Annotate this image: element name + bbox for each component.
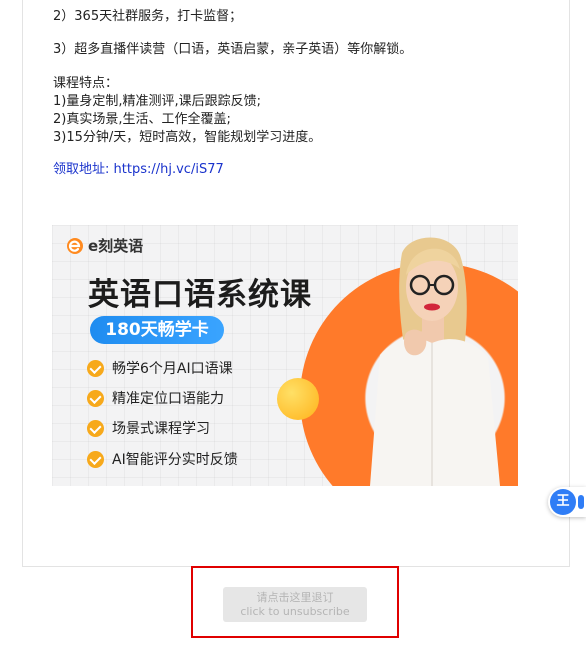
check-icon — [87, 389, 104, 407]
brand-logo: e刻英语 — [66, 235, 143, 256]
unsubscribe-button[interactable]: 请点击这里退订 click to unsubscribe — [223, 587, 367, 622]
banner-title: 英语口语系统课 — [88, 277, 312, 313]
badge-tail — [578, 495, 584, 509]
claim-link[interactable]: https://hj.vc/iS77 — [114, 162, 224, 177]
course-banner[interactable]: e刻英语 英语口语系统课 180天畅学卡 畅学6个月AI口语课 精准定位口语能力… — [52, 225, 518, 486]
claim-link-label: 领取地址: — [53, 162, 110, 177]
brand-name: e刻英语 — [88, 237, 144, 255]
body-line-features-heading: 课程特点： — [53, 76, 119, 91]
floating-assistant-badge[interactable]: 王 — [548, 487, 586, 517]
assistant-badge-icon: 王 — [550, 489, 576, 515]
feature-text: 畅学6个月AI口语课 — [112, 361, 233, 377]
banner-feature: 场景式课程学习 — [87, 418, 210, 438]
banner-feature: AI智能评分实时反馈 — [87, 449, 238, 469]
banner-feature: 畅学6个月AI口语课 — [87, 358, 233, 378]
duration-pill: 180天畅学卡 — [90, 316, 224, 344]
banner-feature: 精准定位口语能力 — [87, 388, 224, 408]
unsubscribe-label-cn: 请点击这里退订 — [256, 591, 334, 604]
check-icon — [87, 450, 104, 468]
body-line-livestream: 3）超多直播伴读营（口语，英语启蒙，亲子英语）等你解锁。 — [53, 42, 413, 57]
body-line-feature-2: 2)真实场景,生活、工作全覆盖; — [53, 112, 231, 127]
body-line-feature-3: 3)15分钟/天，短时高效，智能规划学习进度。 — [53, 130, 322, 145]
feature-text: AI智能评分实时反馈 — [112, 452, 238, 468]
check-icon — [87, 419, 104, 437]
feature-text: 精准定位口语能力 — [112, 391, 224, 407]
brand-e-icon — [67, 237, 83, 254]
banner-yellow-orb — [277, 378, 319, 420]
claim-link-line: 领取地址: https://hj.vc/iS77 — [53, 161, 224, 179]
unsubscribe-label-en: click to unsubscribe — [240, 605, 350, 618]
email-body: 2）365天社群服务，打卡监督； 3）超多直播伴读营（口语，英语启蒙，亲子英语）… — [22, 0, 570, 567]
body-line-service: 2）365天社群服务，打卡监督； — [53, 9, 243, 24]
feature-text: 场景式课程学习 — [112, 421, 210, 437]
woman-pointing-illustration — [370, 237, 500, 486]
body-line-feature-1: 1)量身定制,精准测评,课后跟踪反馈; — [53, 94, 261, 109]
check-icon — [87, 359, 104, 377]
